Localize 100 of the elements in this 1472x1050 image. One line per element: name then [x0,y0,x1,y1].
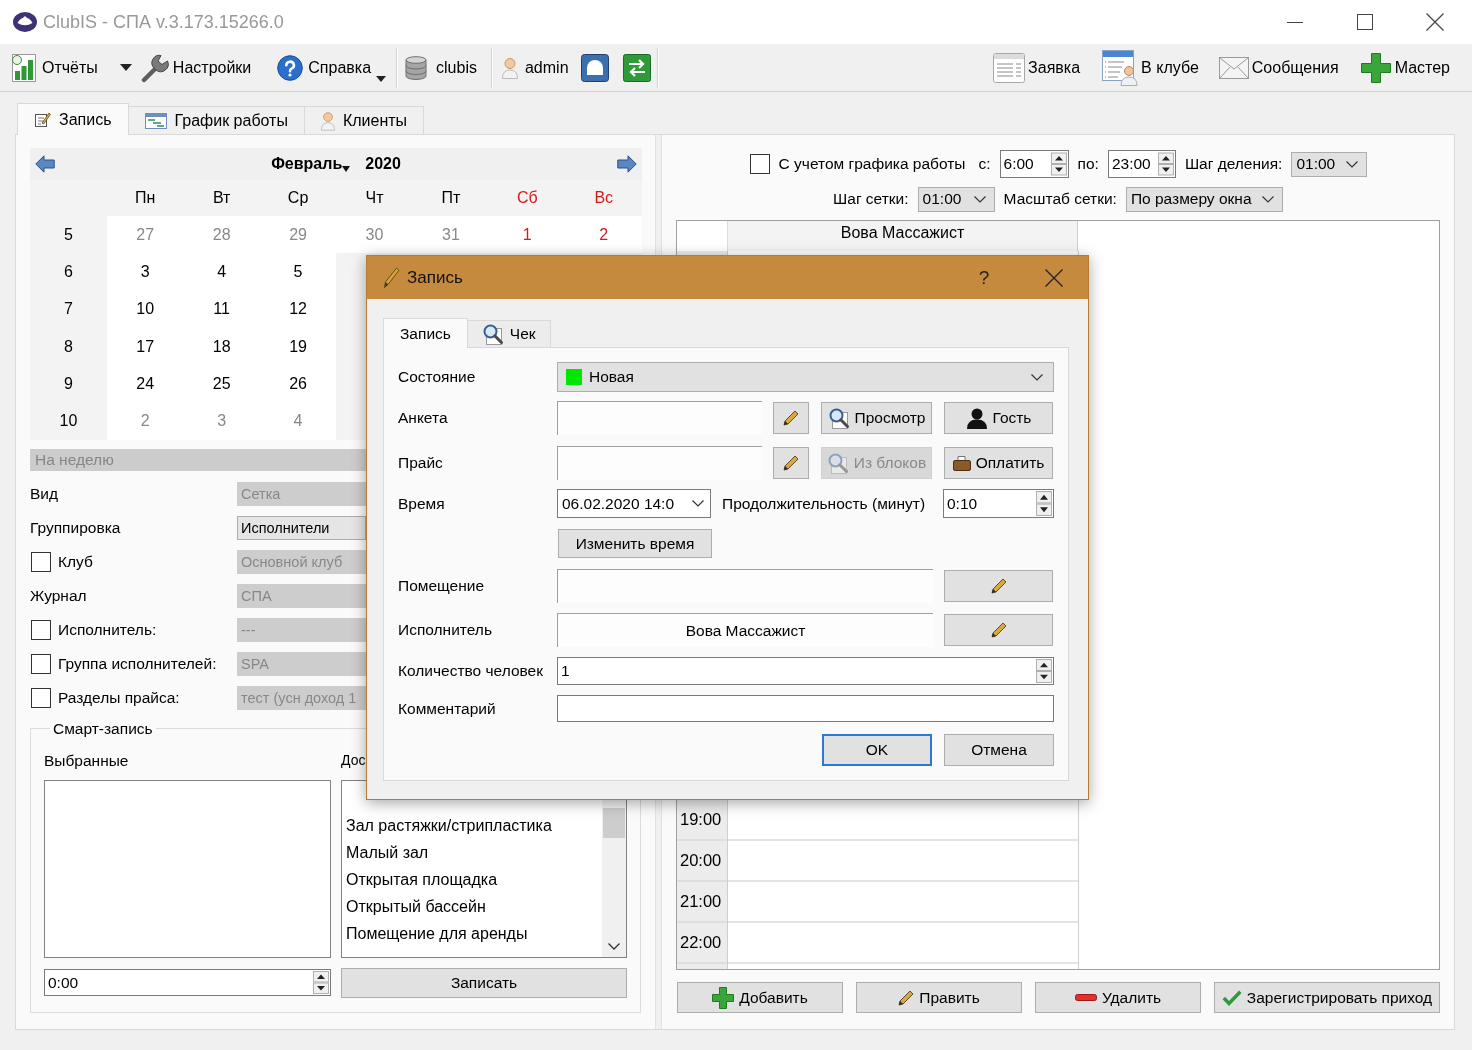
list-item[interactable]: Помещение для аренды [346,919,528,947]
scrollbar-thumb[interactable] [603,807,625,838]
people-spin-field[interactable]: 1 [557,657,1054,685]
year-label[interactable]: 2020 [365,155,401,173]
next-month-button[interactable] [617,155,637,173]
list-item[interactable]: Малый зал [346,838,429,866]
magnifier-icon [827,407,850,429]
settings-button[interactable]: Настройки [139,47,252,88]
book-button[interactable]: Записать [341,967,627,998]
checkbox[interactable] [749,154,770,174]
edit-button[interactable] [773,402,809,434]
time-spin-field[interactable]: 23:00 [1107,150,1176,178]
calendar-day[interactable]: 24 [107,365,184,403]
spin-arrows-icon[interactable] [313,971,329,995]
calendar-day[interactable]: 2 [107,402,184,440]
dropdown[interactable]: 01:00 [917,186,995,212]
comment-field[interactable] [557,695,1054,722]
tab[interactable]: Клиенты [303,106,425,134]
reports-button[interactable]: Отчёты [10,47,98,88]
calendar-day[interactable]: 2 [565,216,642,254]
duration-spin-field[interactable]: 0:10 [943,489,1054,518]
messages-button[interactable]: Сообщения [1218,47,1339,88]
status-dropdown[interactable]: Новая [557,362,1054,392]
calendar-day[interactable]: 17 [107,328,184,366]
close-icon [1426,13,1444,31]
dropdown[interactable]: По размеру окна [1125,186,1283,212]
tab[interactable]: Запись [17,103,129,135]
in-club-button[interactable]: В клубе [1102,47,1199,88]
field-label: Масштаб сетки: [1003,190,1117,208]
month-dropdown[interactable]: Февраль [271,155,351,173]
week-number: 9 [64,374,73,393]
ok-button[interactable]: OK [822,734,932,766]
calendar-day[interactable]: 4 [259,402,337,440]
group-title: Смарт-запись [52,719,154,738]
datetime-dropdown[interactable]: 06.02.2020 14:0 [557,489,711,518]
delete-button[interactable]: Удалить [1035,982,1201,1013]
change-time-button[interactable]: Изменить время [558,529,712,558]
arrow-left-icon [35,155,55,173]
field-label: Комментарий [398,699,496,718]
field-label: Анкета [398,409,448,427]
wizard-button[interactable]: Мастер [1360,47,1450,88]
user-button[interactable]: admin [501,47,569,88]
list-item[interactable]: Открытый бассейн [346,892,486,920]
calendar-day[interactable]: 28 [183,216,260,254]
plus-icon [1360,52,1391,83]
request-button[interactable]: Заявка [993,47,1081,88]
guest-button[interactable]: Гость [944,402,1053,434]
week-number: 5 [64,225,73,244]
calendar-day[interactable]: 26 [259,365,337,403]
view-button[interactable]: Просмотр [821,402,932,434]
list-person-icon [1102,49,1139,86]
calendar-day[interactable]: 31 [412,216,490,254]
previous-month-button[interactable] [35,155,55,173]
performer-field[interactable]: Вова Массажист [557,613,933,647]
spin-arrows-icon[interactable] [1036,659,1052,683]
calendar-day[interactable]: 30 [336,216,413,254]
calendar-day[interactable]: 1 [489,216,566,254]
spin-arrows-icon[interactable] [1050,152,1067,176]
dropdown[interactable]: 01:00 [1291,151,1368,177]
help-button[interactable]: Справка [277,47,387,88]
calendar-day[interactable]: 3 [107,253,184,291]
caret-icon [342,166,351,172]
list-item[interactable]: Открытая площадка [346,865,498,893]
list-item[interactable]: Зал растяжки/стрипластика [346,811,552,839]
envelope-icon [1218,56,1249,79]
tab[interactable]: Чек [466,320,551,347]
time-label: 22:00 [680,933,722,952]
field-label: Журнал [30,586,87,605]
calendar-day[interactable]: 29 [259,216,337,254]
register-arrival-button[interactable]: Зарегистрировать приход [1214,982,1440,1013]
calendar-day[interactable]: 4 [183,253,260,291]
pay-button[interactable]: Оплатить [944,447,1053,479]
calendar-day[interactable]: 18 [183,328,260,366]
cancel-button[interactable]: Отмена [944,734,1054,766]
chevron-down-icon[interactable] [608,942,620,950]
edit-button[interactable] [773,447,809,479]
add-button[interactable]: Добавить [677,982,843,1013]
dropdown[interactable]: Исполнители [237,515,366,540]
field-label: Вид [30,484,59,503]
time-spin-field[interactable]: 6:00 [999,150,1069,178]
database-button[interactable]: clubis [405,47,477,88]
calendar-day[interactable]: 25 [183,365,260,403]
tab[interactable]: Запись [383,318,468,348]
field-label: Шаг сетки: [833,190,909,208]
duration-spin-field[interactable]: 0:00 [44,969,331,997]
calendar-day[interactable]: 19 [259,328,337,366]
calendar-day[interactable]: 11 [183,290,260,328]
calendar-day[interactable]: 5 [259,253,337,291]
pencil-icon [783,455,799,471]
field-label: Прайс [398,454,443,472]
edit-button[interactable]: Править [856,982,1022,1013]
gantt-chart-icon [144,112,167,129]
spin-arrows-icon[interactable] [1036,491,1052,516]
calendar-day[interactable]: 3 [183,402,260,440]
calendar-day[interactable]: 27 [107,216,184,254]
calendar-day[interactable]: 12 [259,290,337,328]
calendar-day[interactable]: 10 [107,290,184,328]
help-button[interactable]: ? [961,256,1007,299]
weekday-label: Чт [365,189,384,207]
spin-arrows-icon[interactable] [1157,152,1174,176]
